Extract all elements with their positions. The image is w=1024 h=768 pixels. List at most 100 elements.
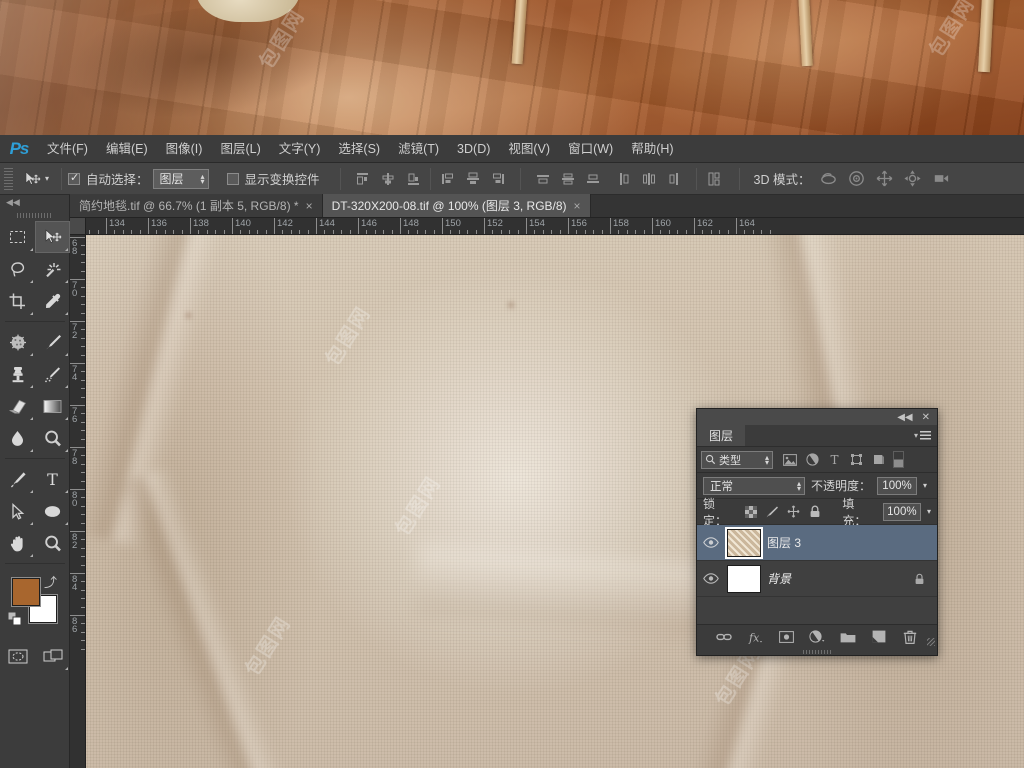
pan-3d-icon[interactable] xyxy=(875,169,895,189)
opacity-chevron-down-icon[interactable]: ▾ xyxy=(923,481,927,490)
lock-position-icon[interactable] xyxy=(786,504,801,520)
filter-pixel-layers-icon[interactable] xyxy=(779,451,801,469)
ruler-origin-corner[interactable] xyxy=(70,218,86,235)
eyedropper-tool[interactable] xyxy=(35,285,70,317)
slide-3d-icon[interactable] xyxy=(903,169,923,189)
layers-panel-titlebar[interactable]: ◀◀ ✕ xyxy=(697,409,937,425)
horizontal-type-tool[interactable]: T xyxy=(35,463,70,495)
panel-resize-handle[interactable] xyxy=(927,638,935,646)
delete-layer-button[interactable] xyxy=(902,629,918,645)
align-top-edges-icon[interactable] xyxy=(438,169,458,189)
layer-row-background[interactable]: 背景 xyxy=(697,561,937,597)
blur-tool[interactable] xyxy=(0,422,35,454)
filter-type-dropdown[interactable]: 类型 ▴ ▾ xyxy=(701,450,773,469)
tab-layers[interactable]: 图层 xyxy=(697,425,746,446)
history-brush-tool[interactable] xyxy=(35,358,70,390)
lock-all-icon[interactable] xyxy=(807,504,822,520)
close-icon[interactable]: × xyxy=(574,199,581,213)
pen-tool[interactable] xyxy=(0,463,35,495)
menu-help[interactable]: 帮助(H) xyxy=(622,135,682,163)
new-layer-button[interactable] xyxy=(871,629,887,645)
distribute-bottom-edges-icon[interactable] xyxy=(583,169,603,189)
menu-type[interactable]: 文字(Y) xyxy=(270,135,330,163)
tool-preset-chevron-down-icon[interactable]: ▾ xyxy=(45,174,49,183)
filter-smart-objects-icon[interactable] xyxy=(867,451,889,469)
layer-visibility-eye-icon[interactable] xyxy=(701,537,721,548)
orbit-3d-icon[interactable] xyxy=(819,169,839,189)
horizontal-ruler[interactable]: 1321341361381401421441461481501521541561… xyxy=(70,218,1024,235)
layer-thumbnail[interactable] xyxy=(727,528,761,557)
quick-mask-tool[interactable] xyxy=(0,640,35,672)
filter-type-layers-icon[interactable]: T xyxy=(823,451,845,469)
zoom-tool[interactable] xyxy=(35,527,70,559)
close-icon[interactable]: ✕ xyxy=(922,412,930,423)
layer-mask-button[interactable] xyxy=(778,629,794,645)
link-layers-button[interactable] xyxy=(716,629,732,645)
lasso-tool[interactable] xyxy=(0,253,35,285)
magic-wand-tool[interactable] xyxy=(35,253,70,285)
distribute-vertical-centers-icon[interactable] xyxy=(558,169,578,189)
align-bottom-edges-icon[interactable] xyxy=(488,169,508,189)
menu-view[interactable]: 视图(V) xyxy=(499,135,559,163)
menu-3d[interactable]: 3D(D) xyxy=(448,135,499,163)
filter-enable-toggle[interactable] xyxy=(893,451,904,468)
toolbar-collapse-button[interactable]: ◀◀ xyxy=(0,195,69,209)
menu-window[interactable]: 窗口(W) xyxy=(559,135,622,163)
screen-mode-tool[interactable] xyxy=(35,640,70,672)
layer-visibility-eye-icon[interactable] xyxy=(701,573,721,584)
distribute-horizontal-centers-icon[interactable] xyxy=(639,169,659,189)
panel-bottom-grip[interactable] xyxy=(697,648,937,655)
filter-shape-layers-icon[interactable] xyxy=(845,451,867,469)
lock-image-pixels-icon[interactable] xyxy=(765,504,780,520)
zoom-3d-camera-icon[interactable] xyxy=(931,169,951,189)
doc-tab-carpet[interactable]: 简约地毯.tif @ 66.7% (1 副本 5, RGB/8) * × xyxy=(70,194,323,217)
menu-image[interactable]: 图像(I) xyxy=(157,135,212,163)
menu-select[interactable]: 选择(S) xyxy=(329,135,389,163)
crop-tool[interactable] xyxy=(0,285,35,317)
opacity-input[interactable]: 100% xyxy=(877,476,918,495)
distribute-left-edges-icon[interactable] xyxy=(614,169,634,189)
fill-input[interactable]: 100% xyxy=(882,502,921,521)
swap-colors-icon[interactable]: ⤴ xyxy=(44,572,57,591)
layer-row-image-3[interactable]: 图层 3 xyxy=(697,525,937,561)
layer-name[interactable]: 背景 xyxy=(767,570,905,587)
move-tool[interactable] xyxy=(35,221,70,253)
doc-tab-dt320[interactable]: DT-320X200-08.tif @ 100% (图层 3, RGB/8) × xyxy=(322,194,591,217)
collapse-icon[interactable]: ◀◀ xyxy=(897,412,912,423)
layer-thumbnail[interactable] xyxy=(727,564,761,593)
fill-chevron-down-icon[interactable]: ▾ xyxy=(927,507,931,516)
path-selection-tool[interactable] xyxy=(0,495,35,527)
distribute-right-edges-icon[interactable] xyxy=(664,169,684,189)
options-bar-grip[interactable] xyxy=(4,167,13,190)
menu-edit[interactable]: 编辑(E) xyxy=(97,135,157,163)
spot-healing-brush-tool[interactable] xyxy=(0,326,35,358)
adjustment-layer-button[interactable] xyxy=(809,629,825,645)
align-vertical-centers-icon[interactable] xyxy=(463,169,483,189)
rectangular-marquee-tool[interactable] xyxy=(0,221,35,253)
roll-3d-icon[interactable] xyxy=(847,169,867,189)
vertical-ruler[interactable]: 68707274767880828486 xyxy=(70,235,86,768)
auto-select-dropdown[interactable]: 图层 ▴ ▾ xyxy=(152,168,209,189)
clone-stamp-tool[interactable] xyxy=(0,358,35,390)
panel-menu-icon[interactable]: ▾ xyxy=(914,425,937,446)
eraser-tool[interactable] xyxy=(0,390,35,422)
layer-style-button[interactable]: fx xyxy=(747,629,763,645)
close-icon[interactable]: × xyxy=(306,199,313,213)
auto-select-checkbox[interactable] xyxy=(68,171,81,185)
default-colors-icon[interactable] xyxy=(8,612,21,625)
distribute-top-edges-icon[interactable] xyxy=(533,169,553,189)
blend-mode-dropdown[interactable]: 正常 ▴ ▾ xyxy=(703,476,805,495)
layer-name[interactable]: 图层 3 xyxy=(767,534,933,551)
current-tool-preset-picker[interactable]: ▾ xyxy=(17,170,55,188)
hand-tool[interactable] xyxy=(0,527,35,559)
menu-layer[interactable]: 图层(L) xyxy=(211,135,269,163)
new-group-button[interactable] xyxy=(840,629,856,645)
ellipse-shape-tool[interactable] xyxy=(35,495,70,527)
align-horizontal-centers-icon[interactable] xyxy=(378,169,398,189)
menu-file[interactable]: 文件(F) xyxy=(38,135,97,163)
toolbar-grip[interactable] xyxy=(0,209,69,221)
show-transform-controls-checkbox[interactable] xyxy=(226,172,239,185)
foreground-color-swatch[interactable] xyxy=(12,578,40,606)
menu-filter[interactable]: 滤镜(T) xyxy=(389,135,448,163)
lock-transparent-pixels-icon[interactable] xyxy=(743,504,758,520)
